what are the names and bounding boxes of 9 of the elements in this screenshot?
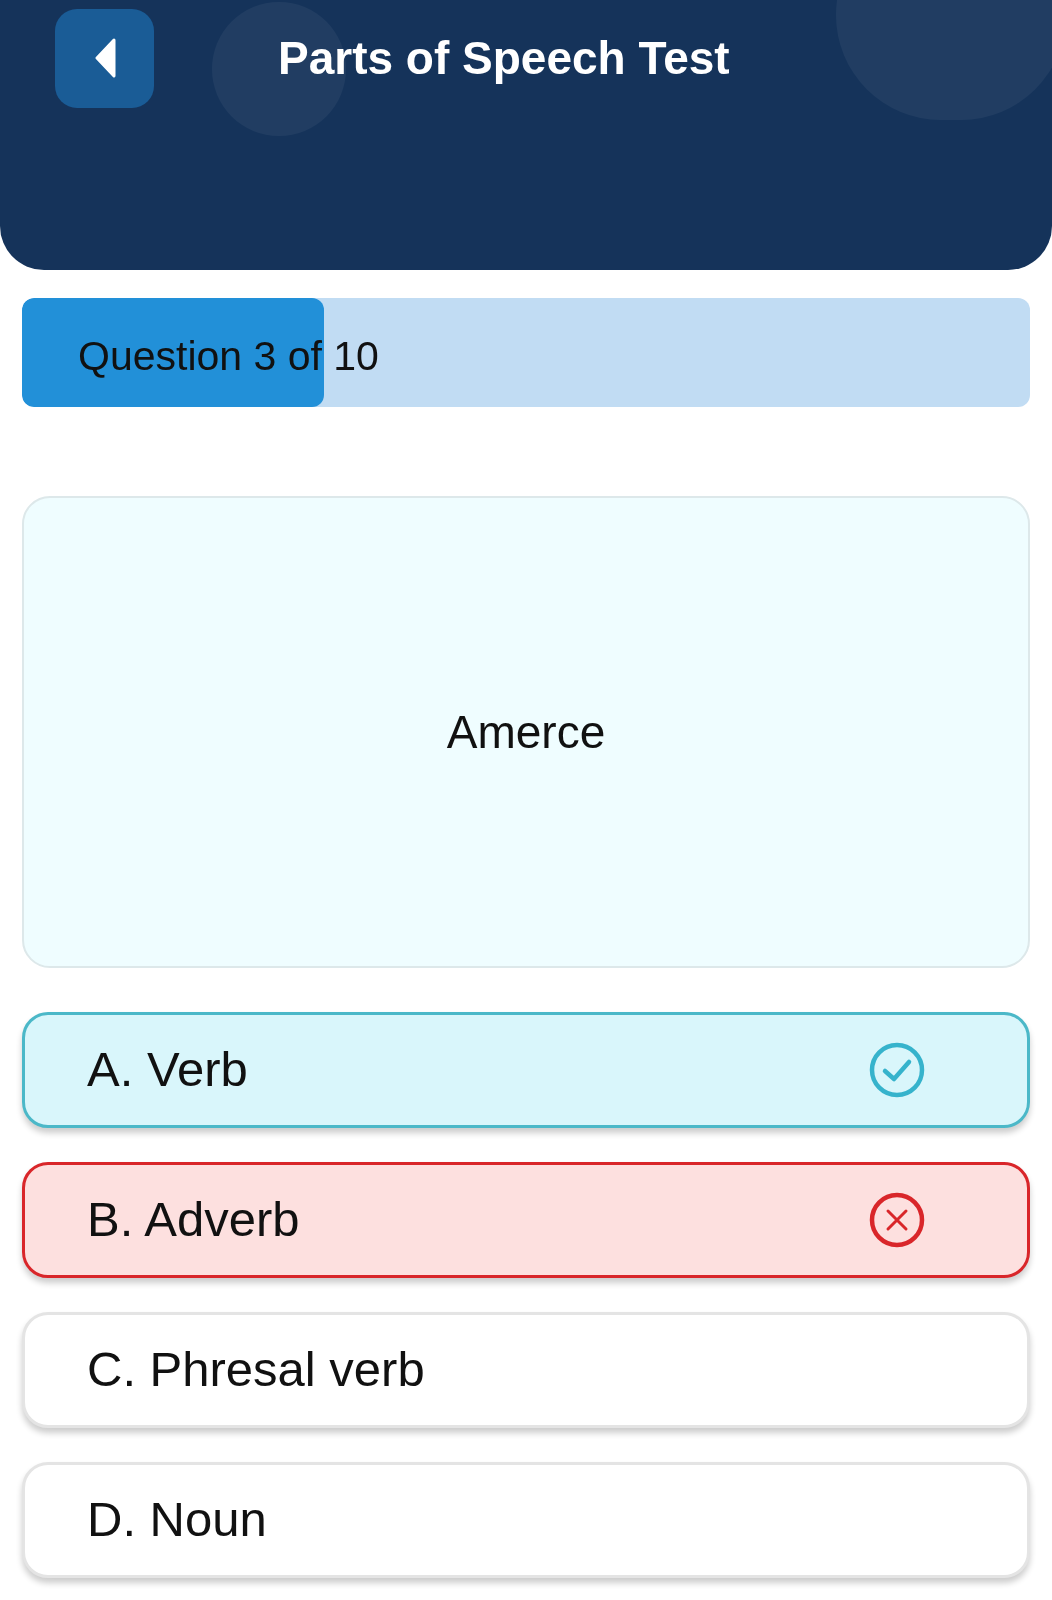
answer-option[interactable]: C. Phresal verb: [22, 1312, 1030, 1428]
answer-option[interactable]: A. Verb: [22, 1012, 1030, 1128]
back-button[interactable]: [55, 8, 154, 108]
back-icon: [93, 38, 116, 78]
answer-option[interactable]: B. Adverb: [22, 1162, 1030, 1278]
answer-option[interactable]: D. Noun: [22, 1462, 1030, 1578]
progress-label: Question 3 of 10: [78, 332, 379, 381]
page-title: Parts of Speech Test: [278, 30, 730, 86]
question-word: Amerce: [446, 704, 606, 760]
